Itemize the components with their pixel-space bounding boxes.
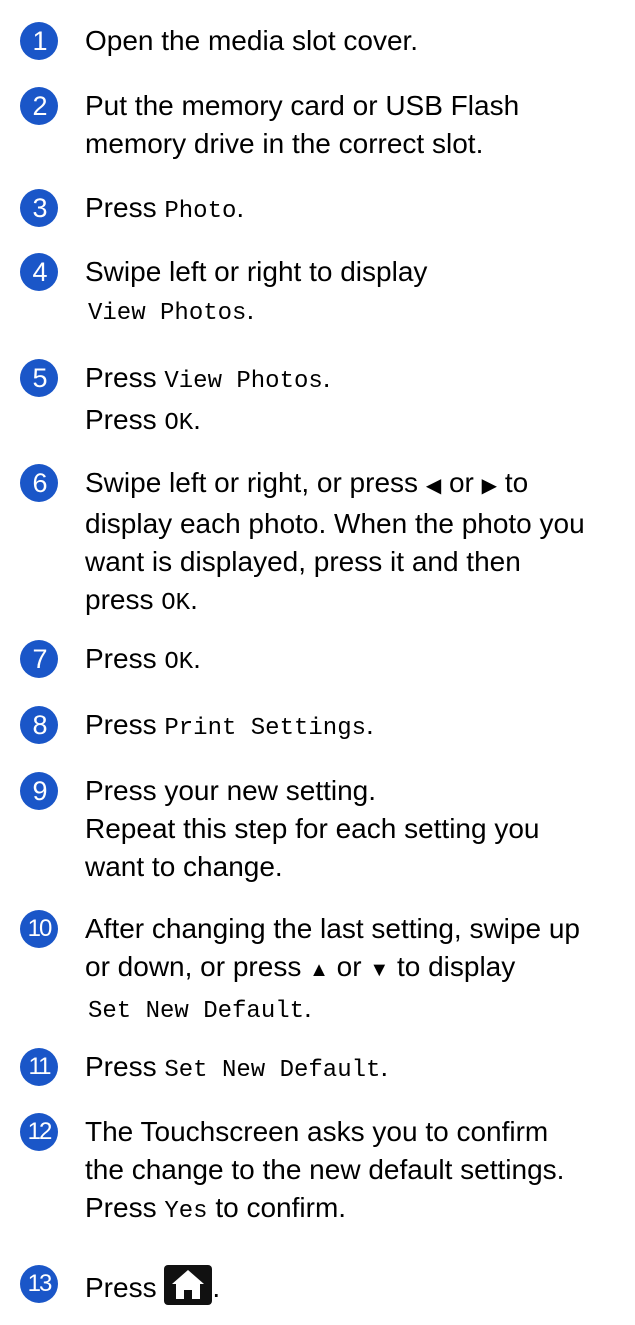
step-number: 4	[20, 253, 58, 291]
step-number: 13	[20, 1265, 58, 1303]
ui-label-ok: OK	[161, 590, 191, 617]
arrow-down-icon: ▼	[369, 959, 390, 981]
ui-label-print-settings: Print Settings	[164, 715, 366, 742]
ui-label-set-new-default: Set New Default	[164, 1057, 381, 1084]
step-number: 1	[20, 22, 58, 60]
step-number: 2	[20, 87, 58, 125]
step-text: Press Photo.	[85, 192, 245, 225]
arrow-right-icon: ▶	[481, 475, 498, 497]
step-text: Press Set New Default.	[85, 1051, 389, 1084]
step-text: The Touchscreen asks you to confirm the …	[85, 1116, 565, 1225]
step-text: Press Print Settings.	[85, 709, 374, 742]
step-text: Open the media slot cover.	[85, 25, 419, 56]
step-number: 10	[20, 910, 58, 948]
arrow-up-icon: ▲	[309, 959, 329, 981]
step-text: Swipe left or right to display View Phot…	[85, 256, 428, 327]
step-text: Press View Photos. Press OK.	[85, 362, 331, 437]
ui-label-view-photos: View Photos	[164, 368, 323, 395]
step-text: After changing the last setting, swipe u…	[85, 913, 580, 1025]
ui-label-ok: OK	[164, 649, 194, 676]
step-number: 7	[20, 640, 58, 678]
step-number: 8	[20, 706, 58, 744]
ui-label-set-new-default: Set New Default	[88, 998, 305, 1025]
arrow-left-icon: ◀	[425, 475, 442, 497]
ui-label-view-photos: View Photos	[88, 300, 247, 327]
step-text: Press your new setting. Repeat this step…	[85, 775, 540, 882]
ui-label-photo: Photo	[164, 198, 237, 225]
step-text: Press .	[85, 1265, 625, 1307]
step-number: 6	[20, 464, 58, 502]
step-number: 3	[20, 189, 58, 227]
ui-label-yes: Yes	[164, 1198, 208, 1225]
step-number: 9	[20, 772, 58, 810]
ui-label-ok: OK	[164, 410, 194, 437]
step-text: Swipe left or right, or press ◀ or ▶ to …	[85, 467, 585, 617]
step-number: 12	[20, 1113, 58, 1151]
step-number: 11	[20, 1048, 58, 1086]
home-icon	[164, 1265, 213, 1305]
step-text: Press OK.	[85, 643, 201, 676]
step-number: 5	[20, 359, 58, 397]
step-text: Put the memory card or USB Flash memory …	[85, 90, 520, 159]
